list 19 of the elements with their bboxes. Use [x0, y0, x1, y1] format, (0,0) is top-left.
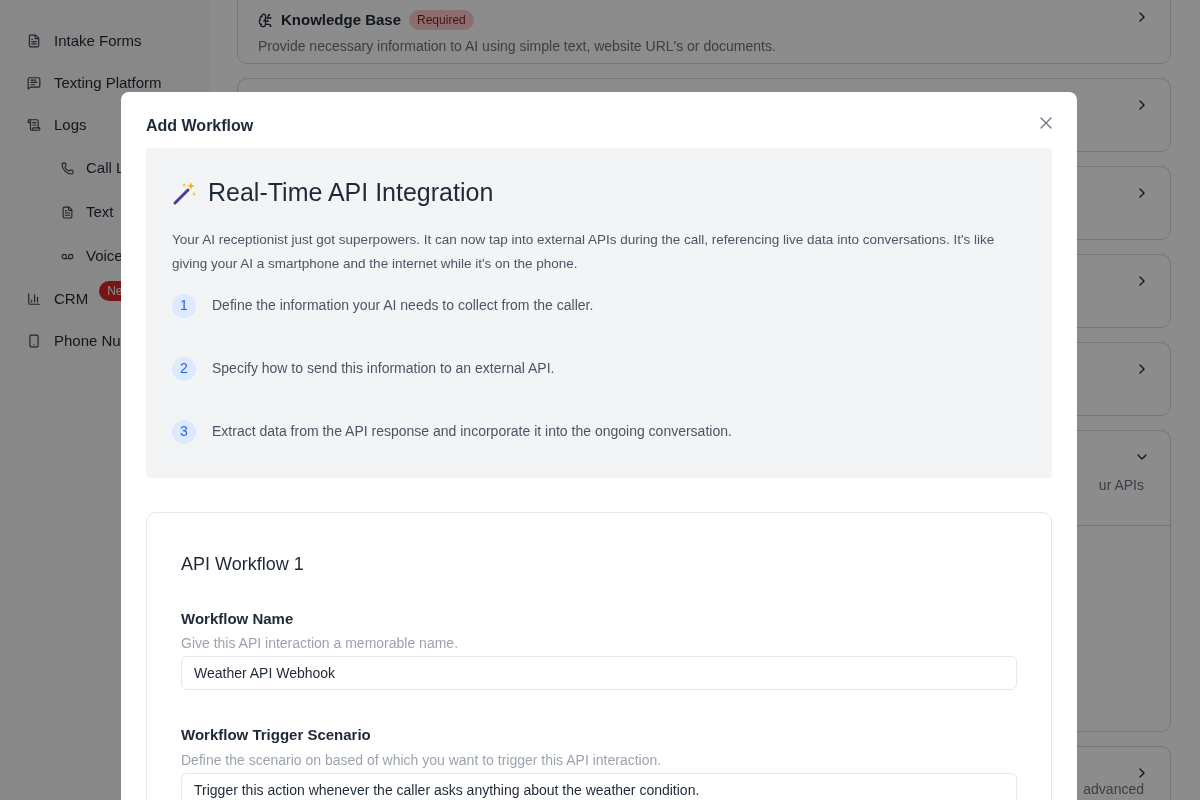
step-text: Extract data from the API response and incorporate it into the ongoing conversation. [212, 422, 732, 441]
step-number: 1 [172, 293, 196, 318]
workflow-title: API Workflow 1 [181, 552, 305, 576]
card-description: advanced [1083, 780, 1144, 799]
card-description: ur APIs [1098, 476, 1144, 495]
field-label: Workflow Name [181, 608, 295, 629]
card-description: Provide necessary information to AI using simple text, website URL's or documents. [258, 36, 777, 56]
step-number: 3 [172, 419, 196, 444]
modal-title: Add Workflow [146, 116, 254, 136]
intro-text: Your AI receptionist just got superpowers. It can now tap into external APIs during the call, referencing live data into conversations. It's like giving your AI a smartphone and the internet while it's on the phone. [172, 230, 996, 273]
field-hint: Give this API interaction a memorable name. [181, 634, 460, 653]
step-text: Define the information your AI needs to collect from the caller. [212, 296, 594, 315]
field-label: Workflow Trigger Scenario [181, 725, 372, 745]
card-title: Knowledge Base [281, 10, 402, 30]
step-number: 2 [172, 356, 196, 381]
required-badge: Required [409, 10, 474, 31]
step-text: Specify how to send this information to an external API. [212, 359, 555, 378]
field-hint: Define the scenario on based of which you want to trigger this API interaction. [181, 750, 663, 770]
intro-title: Real-Time API Integration [208, 177, 494, 208]
